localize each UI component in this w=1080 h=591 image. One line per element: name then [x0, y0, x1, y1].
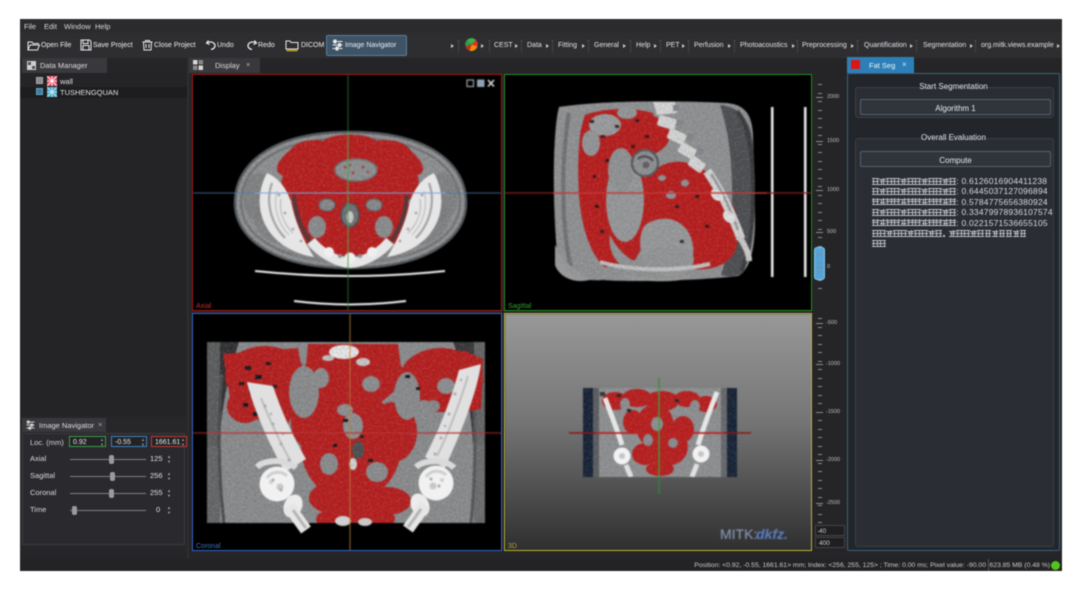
svg-text:MITK:: MITK:	[720, 526, 757, 542]
svg-text:dkfz.: dkfz.	[756, 526, 788, 542]
